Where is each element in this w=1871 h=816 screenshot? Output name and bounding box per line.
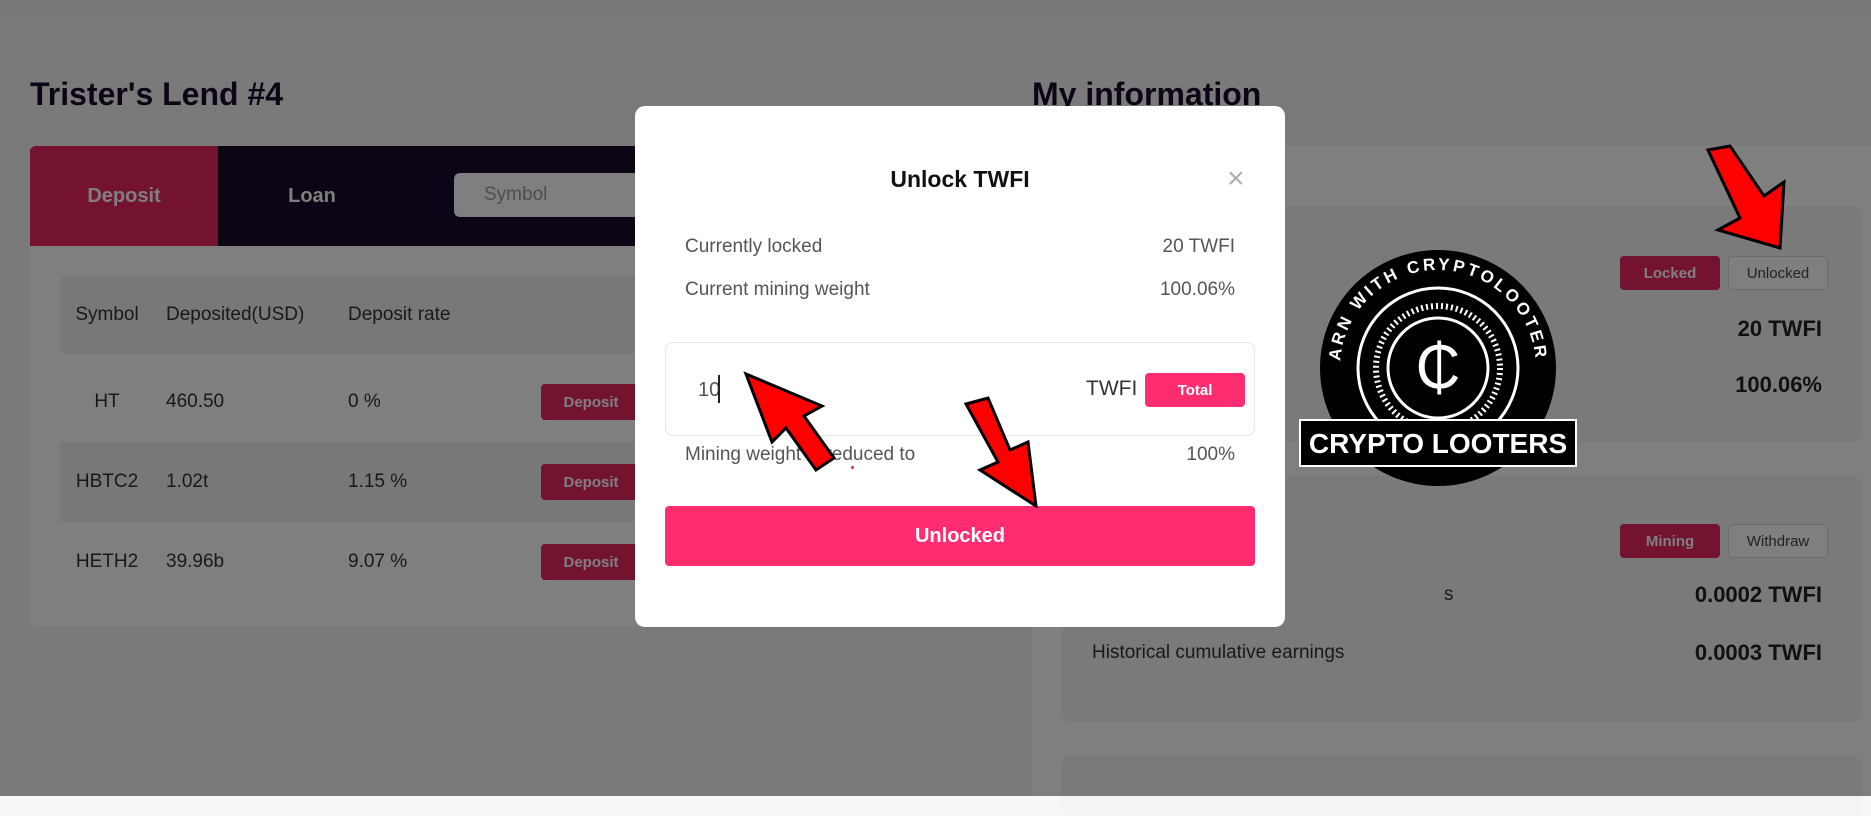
unlock-modal: Unlock TWFI × Currently locked 20 TWFI C… <box>635 106 1285 627</box>
total-button[interactable]: Total <box>1145 373 1245 407</box>
mining-weight-label: Current mining weight <box>685 279 870 300</box>
red-arrow-annotation <box>1705 144 1786 250</box>
currently-locked-label: Currently locked <box>685 236 823 257</box>
red-arrow-annotation <box>963 396 1038 508</box>
amount-unit: TWFI <box>1086 377 1138 400</box>
logo-banner-text: CRYPTO LOOTERS <box>1309 428 1567 459</box>
unlock-submit-button[interactable]: Unlocked <box>665 506 1255 566</box>
text-caret <box>718 375 720 403</box>
crypto-looters-logo: ₵ EARN WITH CRYPTOLOOTERS CRYPTO LOOTERS <box>1298 248 1577 486</box>
modal-title: Unlock TWFI <box>890 166 1030 192</box>
spellcheck-mark <box>851 466 854 469</box>
reduced-weight-value: 100% <box>1186 444 1235 465</box>
close-icon[interactable]: × <box>1227 164 1245 194</box>
red-arrow-annotation <box>743 371 837 473</box>
logo-symbol: ₵ <box>1416 333 1461 402</box>
mining-weight-value: 100.06% <box>1159 279 1235 300</box>
currently-locked-value: 20 TWFI <box>1162 236 1236 257</box>
